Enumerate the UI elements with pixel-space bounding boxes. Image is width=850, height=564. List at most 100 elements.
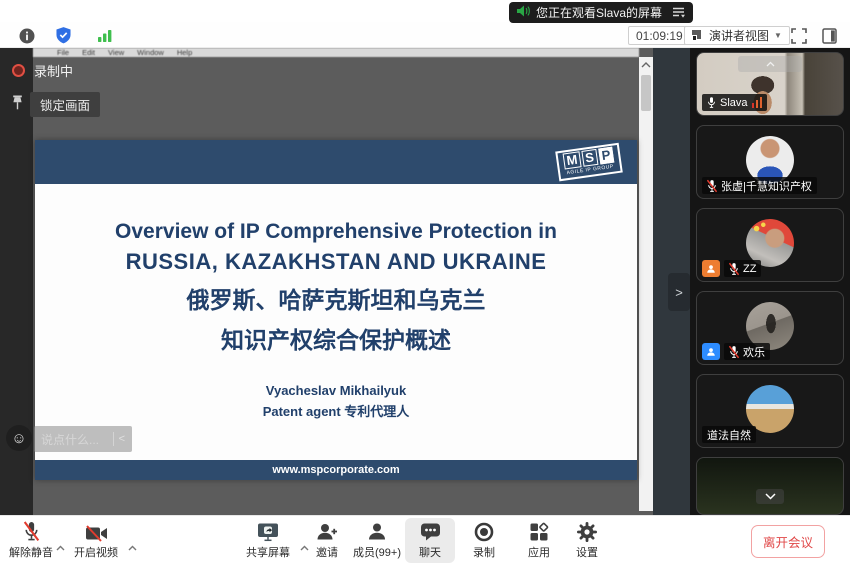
connection-quality-icon: [752, 97, 763, 108]
lock-view-label: 锁定画面: [30, 92, 100, 117]
speaker-view-icon: [692, 30, 704, 41]
participants-sidebar: Slava 张虚|千慧知识产权: [690, 48, 850, 515]
chat-placeholder: 说点什么...: [41, 431, 108, 448]
meeting-toolbar: 解除静音 开启视频 共享屏幕 邀请: [0, 515, 850, 564]
scroll-more-participants-button[interactable]: [756, 489, 784, 504]
participant-name-bar: 欢乐: [724, 343, 770, 360]
participant-tile-partial[interactable]: [696, 457, 844, 515]
expand-panel-handle[interactable]: >: [668, 273, 690, 311]
meeting-timer: 01:09:19: [628, 26, 691, 45]
video-options-caret[interactable]: [128, 538, 137, 556]
mic-on-icon: [707, 96, 716, 109]
participant-name: 张虚|千慧知识产权: [721, 178, 812, 194]
shared-screen-view: File Edit View Window Help 录制中 锁定画面: [0, 48, 690, 515]
lock-view-control[interactable]: 锁定画面: [11, 92, 100, 117]
participant-tile-daofaziran[interactable]: 道法自然: [696, 374, 844, 448]
members-person-icon: [367, 520, 387, 542]
view-mode-button[interactable]: 演讲者视图 ▼: [684, 26, 790, 45]
security-shield-icon[interactable]: [54, 27, 72, 44]
scrollbar-thumb[interactable]: [641, 75, 651, 111]
view-mode-label: 演讲者视图: [709, 27, 769, 44]
participant-name-bar: Slava: [702, 94, 767, 111]
quick-chat-input[interactable]: 说点什么... <: [34, 426, 132, 452]
logo-letter: M: [562, 151, 581, 169]
network-signal-icon[interactable]: [96, 27, 114, 44]
start-video-button[interactable]: 开启视频: [70, 520, 122, 560]
view-mode-caret-icon: ▼: [774, 31, 782, 40]
slide-header-band: M S P AGILE IP GROUP: [35, 140, 637, 184]
participant-badge-blue: [702, 343, 720, 360]
participant-name: 道法自然: [707, 427, 751, 443]
record-button[interactable]: 录制: [462, 520, 506, 560]
record-icon: [474, 520, 494, 542]
video-strip-collapse[interactable]: [738, 56, 802, 72]
settings-button[interactable]: 设置: [565, 520, 609, 560]
logo-letter: P: [598, 147, 615, 165]
apps-button[interactable]: 应用: [517, 520, 561, 560]
slide-footer-url: www.mspcorporate.com: [272, 464, 399, 476]
gear-icon: [577, 520, 597, 542]
invite-button[interactable]: 邀请: [305, 520, 349, 560]
participant-name-bar: ZZ: [724, 260, 761, 277]
invite-person-icon: [316, 520, 338, 542]
participant-tile-zhangxu[interactable]: 张虚|千慧知识产权: [696, 125, 844, 199]
menu-help[interactable]: Help: [177, 48, 192, 57]
chevron-right-icon: >: [675, 285, 683, 300]
apps-label: 应用: [528, 544, 550, 560]
participant-tile-zz[interactable]: ZZ: [696, 208, 844, 282]
presenter-title: Patent agent 专利代理人: [35, 401, 637, 420]
emoji-reaction-button[interactable]: ☺: [6, 425, 32, 451]
chat-button[interactable]: 聊天: [407, 520, 453, 560]
participant-name-bar: 道法自然: [702, 426, 756, 443]
recording-indicator: 录制中: [12, 61, 73, 80]
menu-edit[interactable]: Edit: [82, 48, 95, 57]
banner-options-icon[interactable]: [672, 7, 685, 18]
mic-muted-icon: [707, 179, 717, 193]
meeting-info-icon[interactable]: [18, 27, 36, 44]
share-screen-icon: [257, 520, 279, 542]
top-control-bar: 01:09:19 演讲者视图 ▼: [0, 22, 850, 48]
mic-muted-icon: [729, 345, 739, 359]
members-label: 成员(99+): [353, 544, 401, 560]
menu-view[interactable]: View: [108, 48, 124, 57]
share-screen-button[interactable]: 共享屏幕: [240, 520, 296, 560]
slide-footer-band: www.mspcorporate.com: [35, 460, 637, 480]
members-button[interactable]: 成员(99+): [348, 520, 406, 560]
fullscreen-icon[interactable]: [790, 27, 808, 44]
share-screen-label: 共享屏幕: [246, 544, 290, 560]
mic-muted-icon: [729, 262, 739, 276]
slide-title-zh-line2: 知识产权综合保护概述: [35, 321, 637, 355]
main-area: File Edit View Window Help 录制中 锁定画面: [0, 48, 850, 515]
start-video-label: 开启视频: [74, 544, 118, 560]
menu-window[interactable]: Window: [137, 48, 164, 57]
unmute-label: 解除静音: [9, 544, 53, 560]
recording-dot-icon: [12, 64, 25, 77]
chat-label: 聊天: [419, 544, 441, 560]
participant-tile-huanle[interactable]: 欢乐: [696, 291, 844, 365]
audio-options-caret[interactable]: [56, 538, 65, 556]
settings-label: 设置: [576, 544, 598, 560]
apps-grid-icon: [529, 520, 549, 542]
meeting-window: 您正在观看Slava的屏幕 01:09:19 演讲者视图 ▼: [0, 0, 850, 564]
unmute-button[interactable]: 解除静音: [6, 520, 56, 560]
slide-title-en-line1: Overview of IP Comprehensive Protection …: [35, 220, 637, 244]
camera-off-icon: [85, 520, 108, 542]
slide-title-en-line2: RUSSIA, KAZAKHSTAN AND UKRAINE: [35, 249, 637, 275]
participant-name: Slava: [720, 97, 748, 109]
shared-window-scrollbar[interactable]: [639, 57, 653, 511]
menu-file[interactable]: File: [57, 48, 69, 57]
slide-body: Overview of IP Comprehensive Protection …: [35, 184, 637, 420]
invite-label: 邀请: [316, 544, 338, 560]
host-badge-orange: [702, 260, 720, 277]
collapse-chat-icon[interactable]: <: [119, 433, 125, 445]
logo-letter: S: [581, 149, 598, 167]
record-label: 录制: [473, 544, 495, 560]
banner-text: 您正在观看Slava的屏幕: [536, 4, 662, 21]
participant-tile-slava[interactable]: Slava: [696, 52, 844, 116]
speaker-icon: [517, 4, 530, 22]
slide-title-zh-line1: 俄罗斯、哈萨克斯坦和乌克兰: [35, 281, 637, 315]
side-panel-toggle-icon[interactable]: [820, 27, 838, 44]
leave-meeting-button[interactable]: 离开会议: [751, 525, 825, 558]
participant-name: ZZ: [743, 263, 756, 275]
participant-name-bar: 张虚|千慧知识产权: [702, 177, 817, 194]
